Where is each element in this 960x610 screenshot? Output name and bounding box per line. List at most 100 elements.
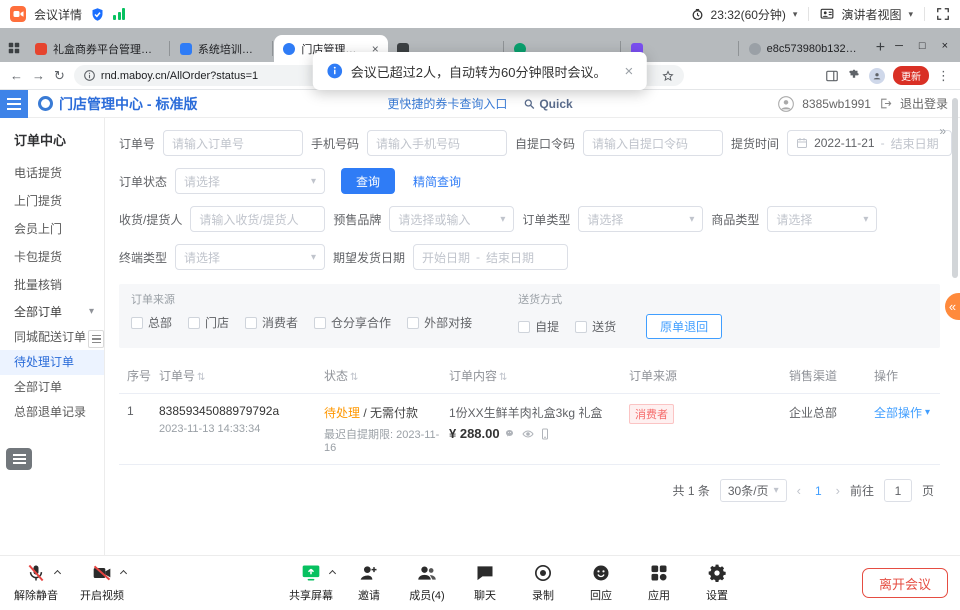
simple-query-link[interactable]: 精简查询 <box>413 173 461 190</box>
next-page-button[interactable]: › <box>836 483 840 498</box>
checkbox-delivery-selfpickup[interactable]: 自提 <box>518 318 559 335</box>
pickup-code-input[interactable]: 请输入自提口令码 <box>583 130 723 156</box>
prev-page-button[interactable]: ‹ <box>797 483 801 498</box>
settings-button[interactable]: 设置 <box>689 562 745 603</box>
range-separator: - <box>881 136 885 150</box>
sidebar-item-all-orders[interactable]: 全部订单 <box>0 375 104 400</box>
tab-search-icon[interactable] <box>8 42 20 54</box>
terminal-type-select[interactable]: 请选择 ▾ <box>175 244 325 270</box>
view-mode-caret-icon[interactable]: ▾ <box>908 9 913 20</box>
reactions-button[interactable]: 回应 <box>573 562 629 603</box>
order-status-select[interactable]: 请选择 ▾ <box>175 168 325 194</box>
browser-tab[interactable]: e8c573980b1328a258fd2e6 <box>740 35 868 62</box>
checkbox-source-warehouse-coop[interactable]: 仓分享合作 <box>314 314 391 331</box>
browser-scrollbar[interactable] <box>952 98 958 278</box>
sort-icon[interactable]: ⇅ <box>197 372 205 383</box>
order-type-select[interactable]: 请选择 ▾ <box>578 206 703 232</box>
meeting-details-button[interactable]: 会议详情 <box>34 6 82 23</box>
record-button[interactable]: 录制 <box>515 562 571 603</box>
tab-title: e8c573980b1328a258fd2e6 <box>767 43 859 55</box>
chevron-down-icon: ▾ <box>689 214 694 225</box>
maximize-button[interactable]: □ <box>919 40 926 52</box>
bookmark-star-icon[interactable] <box>662 70 674 82</box>
checkbox-source-hq[interactable]: 总部 <box>131 314 172 331</box>
username[interactable]: 8385wb1991 <box>802 97 871 111</box>
invite-button[interactable]: 邀请 <box>341 562 397 603</box>
logout-button[interactable]: 退出登录 <box>900 95 948 112</box>
all-actions-dropdown[interactable]: 全部操作 ▾ <box>874 404 940 421</box>
members-button[interactable]: 成员(4) <box>399 562 455 603</box>
security-shield-icon[interactable] <box>90 7 105 22</box>
quick-search-button[interactable]: Quick <box>523 97 572 111</box>
new-tab-button[interactable]: + <box>876 40 885 56</box>
window-close-button[interactable]: × <box>942 40 948 52</box>
sidebar-item-pending-orders[interactable]: 待处理订单 <box>0 350 104 375</box>
page-size-select[interactable]: 30条/页 ▾ <box>720 479 787 502</box>
sidebar-collapse-handle[interactable] <box>88 330 104 348</box>
browser-update-button[interactable]: 更新 <box>893 66 929 85</box>
site-info-icon[interactable] <box>84 70 95 81</box>
minimize-button[interactable]: ─ <box>895 40 903 52</box>
browser-menu-icon[interactable]: ⋮ <box>937 69 950 82</box>
forward-icon[interactable]: → <box>32 69 45 82</box>
pickup-date-range-input[interactable]: 2022-11-21 - 结束日期 <box>787 130 952 156</box>
unmute-button[interactable]: 解除静音 <box>8 562 64 603</box>
col-status[interactable]: 状态⇅ <box>324 367 449 384</box>
back-icon[interactable]: ← <box>10 69 23 82</box>
receiver-input[interactable]: 请输入收货/提货人 <box>190 206 325 232</box>
fullscreen-icon[interactable] <box>936 7 950 21</box>
chat-button[interactable]: 聊天 <box>457 562 513 603</box>
browser-tab[interactable]: 礼盒商券平台管理中心 <box>26 35 168 62</box>
order-no-input[interactable]: 请输入订单号 <box>163 130 303 156</box>
col-order-no[interactable]: 订单号⇅ <box>159 367 324 384</box>
chevron-down-icon: ▾ <box>311 252 316 263</box>
orders-float-menu-button[interactable] <box>6 448 32 470</box>
toast-close-icon[interactable]: × <box>624 63 633 80</box>
meeting-timer: 23:32(60分钟) <box>711 6 786 23</box>
sort-icon[interactable]: ⇅ <box>499 372 507 383</box>
mic-options-chevron[interactable] <box>54 570 61 577</box>
search-button[interactable]: 查询 <box>341 168 395 194</box>
sidebar-item-hq-refund-records[interactable]: 总部退单记录 <box>0 400 104 425</box>
checkbox-source-consumer[interactable]: 消费者 <box>245 314 298 331</box>
sidebar-item-member-visit[interactable]: 会员上门 <box>0 215 104 243</box>
sidebar-toggle-button[interactable] <box>0 90 28 118</box>
timer-caret-icon[interactable]: ▾ <box>793 9 798 20</box>
sidebar-item-batch-verify[interactable]: 批量核销 <box>0 271 104 299</box>
ship-date-range-input[interactable]: 开始日期 - 结束日期 <box>413 244 568 270</box>
col-content[interactable]: 订单内容⇅ <box>449 367 629 384</box>
sidebar-item-door-pickup[interactable]: 上门提货 <box>0 187 104 215</box>
goods-type-select[interactable]: 请选择 ▾ <box>767 206 877 232</box>
coupon-query-link[interactable]: 更快捷的券卡查询入口 <box>387 95 507 112</box>
side-panel-icon[interactable] <box>825 69 839 83</box>
collapse-search-panel-icon[interactable]: » <box>939 124 944 138</box>
original-order-return-button[interactable]: 原单退回 <box>646 314 722 339</box>
browser-profile-avatar[interactable] <box>869 68 885 84</box>
checkbox-delivery-delivery[interactable]: 送货 <box>575 318 616 335</box>
sidebar-item-cardpack-pickup[interactable]: 卡包提货 <box>0 243 104 271</box>
browser-tab[interactable]: 系统培训学习 <box>171 35 272 62</box>
sidebar-group-all-orders[interactable]: 全部订单 ▾ <box>0 299 104 325</box>
checkbox-source-external[interactable]: 外部对接 <box>407 314 472 331</box>
network-signal-icon[interactable] <box>113 8 125 20</box>
phone-input[interactable]: 请输入手机号码 <box>367 130 507 156</box>
tool-label: 聊天 <box>474 587 496 603</box>
share-screen-button[interactable]: 共享屏幕 <box>283 562 339 603</box>
sort-icon[interactable]: ⇅ <box>350 372 358 383</box>
checkbox-source-store[interactable]: 门店 <box>188 314 229 331</box>
app-header: 门店管理中心 - 标准版 更快捷的券卡查询入口 Quick 8385wb1991 <box>0 90 960 118</box>
view-mode-button[interactable]: 演讲者视图 <box>841 6 901 23</box>
start-video-button[interactable]: 开启视频 <box>74 562 130 603</box>
extensions-puzzle-icon[interactable] <box>847 69 861 83</box>
current-page[interactable]: 1 <box>811 484 826 498</box>
share-options-chevron[interactable] <box>329 570 336 577</box>
search-icon <box>523 98 535 110</box>
chat-bubble-icon <box>475 562 495 584</box>
presale-brand-select[interactable]: 请选择或输入 ▾ <box>389 206 514 232</box>
sidebar-item-phone-pickup[interactable]: 电话提货 <box>0 159 104 187</box>
refresh-icon[interactable]: ↻ <box>54 69 65 82</box>
leave-meeting-button[interactable]: 离开会议 <box>862 568 948 598</box>
video-options-chevron[interactable] <box>120 570 127 577</box>
apps-button[interactable]: 应用 <box>631 562 687 603</box>
goto-page-input[interactable]: 1 <box>884 479 912 502</box>
